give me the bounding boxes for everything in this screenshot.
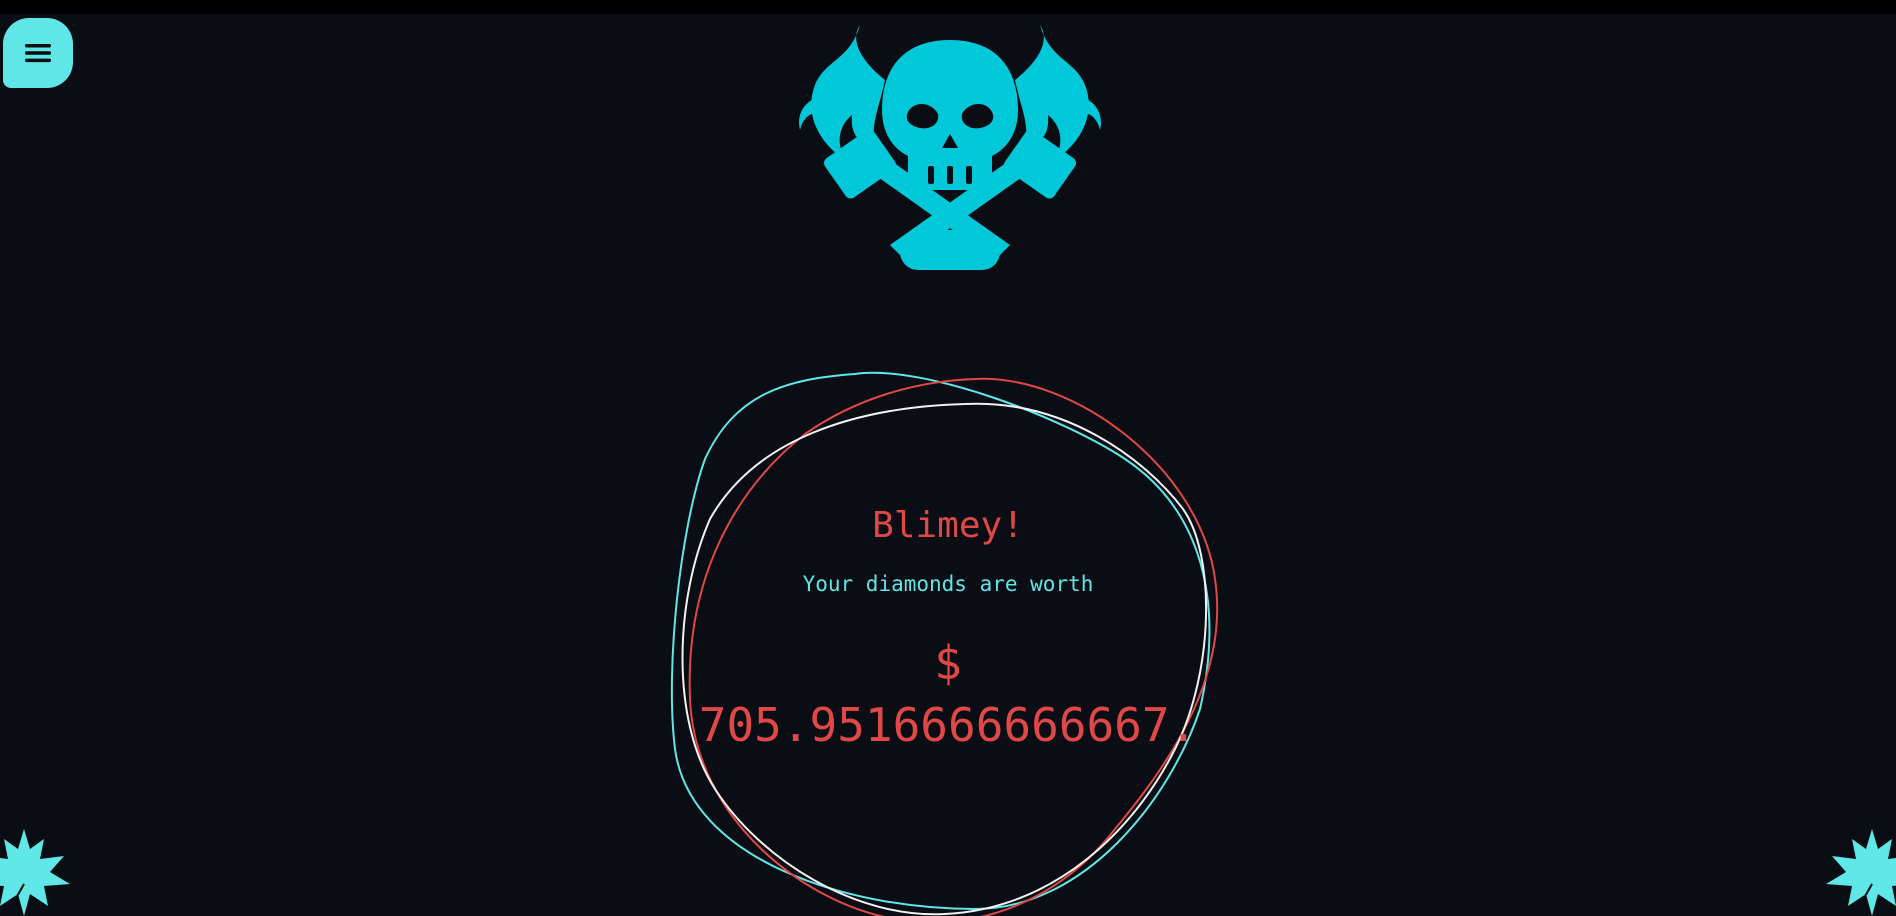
result-subtitle: Your diamonds are worth [802,572,1094,596]
result-title: Blimey! [872,505,1024,546]
hamburger-menu-icon [25,44,51,63]
maple-leaf-icon [0,829,70,916]
currency-symbol: $ [934,636,962,690]
menu-button[interactable] [3,18,73,88]
maple-leaf-icon [1826,829,1896,916]
diamond-value: $ 705.9516666666667. [0,632,1896,756]
amount-value: 705.9516666666667. [698,698,1198,752]
skull-crossed-hammers-flames-icon [799,25,1101,270]
